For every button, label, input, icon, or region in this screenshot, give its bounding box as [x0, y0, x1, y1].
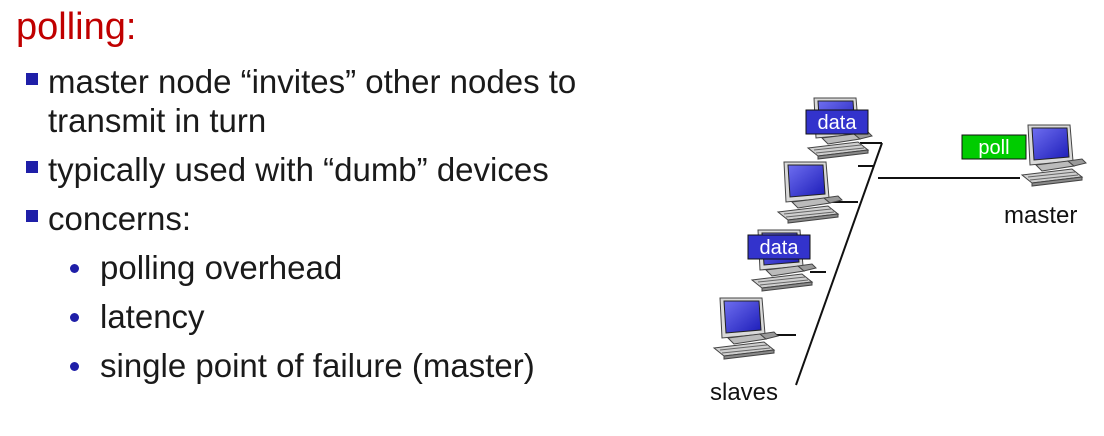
slide-title: polling:	[16, 6, 137, 48]
sub-bullet-single-point-of-failure: single point of failure (master)	[22, 346, 662, 385]
master-label: master	[1004, 202, 1077, 229]
data-tag-label: data	[760, 237, 800, 259]
poll-tag-label: poll	[978, 137, 1009, 159]
bullet-dumb-devices: typically used with “dumb” devices	[22, 150, 662, 189]
bullet-master-invites: master node “invites” other nodes to tra…	[22, 62, 662, 140]
sub-bullet-polling-overhead: polling overhead	[22, 248, 662, 287]
bullet-concerns: concerns:	[22, 199, 662, 238]
computer-icon	[713, 297, 779, 360]
polling-diagram: data data poll master slaves	[710, 97, 1087, 406]
computer-icon	[777, 161, 843, 224]
computer-icon	[1021, 124, 1087, 187]
data-tag-label: data	[818, 112, 858, 134]
bullet-list: master node “invites” other nodes to tra…	[22, 62, 662, 395]
sub-bullet-latency: latency	[22, 297, 662, 336]
slaves-label: slaves	[710, 379, 778, 406]
